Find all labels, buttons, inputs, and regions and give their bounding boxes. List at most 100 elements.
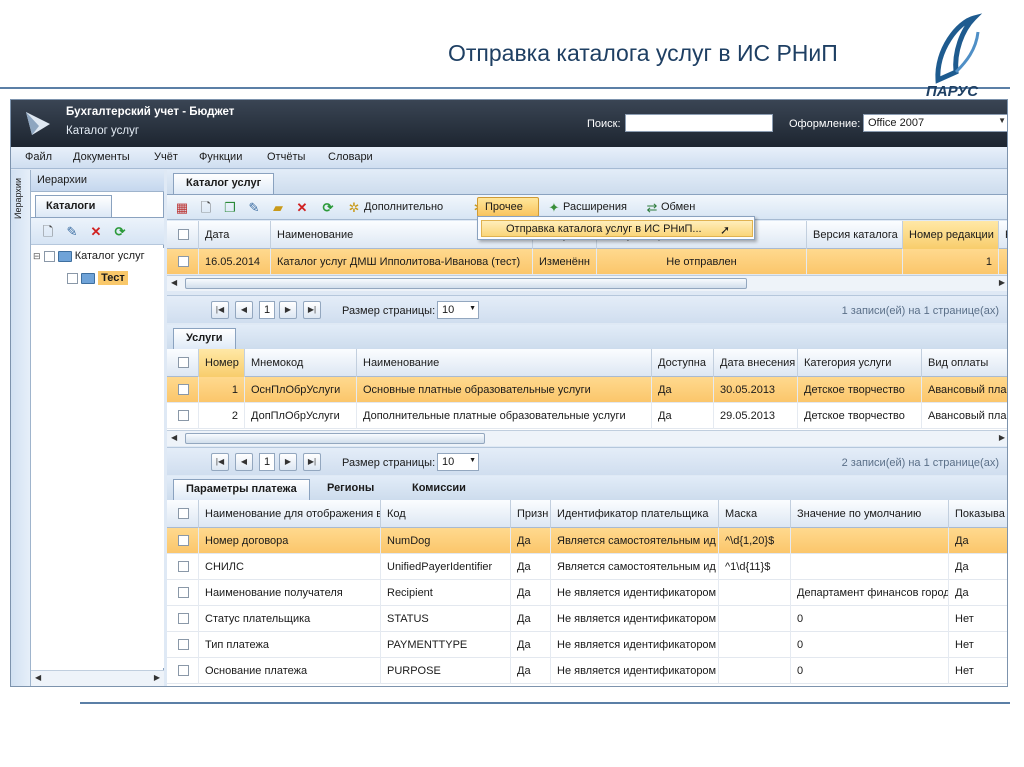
table-row[interactable]: Основание платежа PURPOSE Да Не является ид… bbox=[167, 658, 1007, 684]
table-row[interactable]: Тип платежа PAYMENTTYPE Да Не является иден… bbox=[167, 632, 1007, 658]
more-button[interactable]: Дополнительно bbox=[364, 201, 443, 213]
checkbox[interactable] bbox=[178, 561, 189, 572]
last-page-icon[interactable]: ▶| bbox=[303, 453, 321, 471]
scroll-left-icon[interactable]: ◀ bbox=[35, 673, 41, 682]
last-page-icon[interactable]: ▶| bbox=[303, 301, 321, 319]
menu-item-send-catalog[interactable]: Отправка каталога услуг в ИС РНиП... ➚ bbox=[481, 220, 753, 237]
checkbox[interactable] bbox=[178, 535, 189, 546]
table-row[interactable]: Статус плательщика STATUS Да Не является ид… bbox=[167, 606, 1007, 632]
menu-file[interactable]: Файл bbox=[25, 151, 52, 163]
tab-payment-params[interactable]: Параметры платежа bbox=[173, 479, 310, 500]
folder-icon[interactable]: ▰ bbox=[269, 199, 287, 217]
extensions-icon[interactable]: ✦ bbox=[545, 199, 563, 217]
row-checkbox-cell[interactable] bbox=[167, 249, 199, 275]
prev-page-icon[interactable]: ◀ bbox=[235, 453, 253, 471]
row-checkbox-cell[interactable] bbox=[167, 554, 199, 580]
scroll-thumb[interactable] bbox=[185, 278, 747, 289]
exchange-icon[interactable]: ⇄ bbox=[643, 199, 661, 217]
checkbox[interactable] bbox=[178, 256, 189, 267]
edit-icon[interactable]: ✎ bbox=[63, 223, 81, 241]
gear-icon[interactable]: ✲ bbox=[345, 199, 363, 217]
menu-accounting[interactable]: Учёт bbox=[154, 151, 178, 163]
scroll-left-icon[interactable]: ◀ bbox=[171, 278, 177, 287]
tab-service-catalog[interactable]: Каталог услуг bbox=[173, 173, 275, 194]
chevron-down-icon[interactable]: ▼ bbox=[469, 305, 476, 312]
col-mnemocode[interactable]: Мнемокод bbox=[245, 349, 357, 377]
checkbox[interactable] bbox=[178, 384, 189, 395]
checkbox[interactable] bbox=[178, 229, 189, 240]
other-button[interactable]: Прочее bbox=[477, 197, 539, 217]
col-available[interactable]: Доступна bbox=[652, 349, 714, 377]
page-number[interactable]: 1 bbox=[259, 453, 275, 471]
row-checkbox-cell[interactable] bbox=[167, 580, 199, 606]
col-payer-identifier[interactable]: Идентификатор плательщика bbox=[551, 500, 719, 528]
catalog-hscrollbar[interactable]: ◀ ▶ bbox=[167, 275, 1007, 291]
scroll-right-icon[interactable]: ▶ bbox=[999, 278, 1005, 287]
extensions-button[interactable]: Расширения bbox=[563, 201, 627, 213]
row-checkbox-cell[interactable] bbox=[167, 528, 199, 554]
col-name[interactable]: Наименование bbox=[357, 349, 652, 377]
col-payment-type[interactable]: Вид оплаты bbox=[922, 349, 1007, 377]
first-page-icon[interactable]: |◀ bbox=[211, 453, 229, 471]
delete-icon[interactable]: ✕ bbox=[87, 223, 105, 241]
print-icon[interactable]: ▦ bbox=[173, 199, 191, 217]
refresh-icon[interactable]: ⟳ bbox=[319, 199, 337, 217]
checkbox[interactable] bbox=[178, 613, 189, 624]
row-checkbox-cell[interactable] bbox=[167, 403, 199, 429]
tree-checkbox[interactable] bbox=[67, 272, 78, 284]
exchange-button[interactable]: Обмен bbox=[661, 201, 695, 213]
col-flag[interactable]: Призн bbox=[511, 500, 551, 528]
col-edition-number[interactable]: Номер редакции bbox=[903, 221, 999, 249]
table-row[interactable]: 2 ДопПлОбрУслуги Дополнительные платные … bbox=[167, 403, 1007, 429]
menu-documents[interactable]: Документы bbox=[73, 151, 130, 163]
page-number[interactable]: 1 bbox=[259, 301, 275, 319]
table-row[interactable]: СНИЛС UnifiedPayerIdentifier Да Является са… bbox=[167, 554, 1007, 580]
row-checkbox-cell[interactable] bbox=[167, 632, 199, 658]
new-icon[interactable]: 🗋 bbox=[39, 223, 57, 241]
chevron-down-icon[interactable]: ▼ bbox=[469, 457, 476, 464]
checkbox[interactable] bbox=[178, 587, 189, 598]
refresh-icon[interactable]: ⟳ bbox=[111, 223, 129, 241]
copy-icon[interactable]: ❐ bbox=[221, 199, 239, 217]
theme-dropdown-icon[interactable]: ▼ bbox=[998, 116, 1006, 125]
left-scrollbar[interactable]: ◀ ▶ bbox=[31, 670, 164, 686]
scroll-left-icon[interactable]: ◀ bbox=[171, 433, 177, 442]
scroll-right-icon[interactable]: ▶ bbox=[999, 433, 1005, 442]
col-default-value[interactable]: Значение по умолчанию bbox=[791, 500, 949, 528]
tab-regions[interactable]: Регионы bbox=[327, 482, 374, 494]
tab-catalogs[interactable]: Каталоги bbox=[35, 195, 112, 217]
col-number[interactable]: Номер bbox=[199, 349, 245, 377]
col-mask[interactable]: Маска bbox=[719, 500, 791, 528]
checkbox[interactable] bbox=[178, 665, 189, 676]
checkbox[interactable] bbox=[178, 639, 189, 650]
new-icon[interactable]: 🗋 bbox=[197, 199, 215, 217]
tree-checkbox[interactable] bbox=[43, 250, 55, 262]
col-date-added[interactable]: Дата внесения bbox=[714, 349, 798, 377]
scroll-thumb[interactable] bbox=[185, 433, 485, 444]
table-row[interactable]: Номер договора NumDog Да Является самостоят… bbox=[167, 528, 1007, 554]
hierarchy-vertical-tab[interactable]: Иерархии bbox=[11, 170, 31, 686]
col-date[interactable]: Дата bbox=[199, 221, 271, 249]
col-show[interactable]: Показыва bbox=[949, 500, 1007, 528]
checkbox[interactable] bbox=[178, 508, 189, 519]
row-checkbox-cell[interactable] bbox=[167, 377, 199, 403]
scroll-right-icon[interactable]: ▶ bbox=[154, 673, 160, 682]
page-size-select[interactable]: 10 ▼ bbox=[437, 301, 479, 319]
table-row[interactable]: Наименование получателя Recipient Да Не явл… bbox=[167, 580, 1007, 606]
tab-commissions[interactable]: Комиссии bbox=[412, 482, 466, 494]
col-catalog-version[interactable]: Версия каталога bbox=[807, 221, 903, 249]
row-checkbox-cell[interactable] bbox=[167, 658, 199, 684]
select-all-checkbox[interactable] bbox=[167, 221, 199, 249]
tab-services[interactable]: Услуги bbox=[173, 328, 236, 349]
delete-icon[interactable]: ✕ bbox=[293, 199, 311, 217]
theme-select[interactable]: Office 2007 ▼ bbox=[863, 114, 1007, 132]
row-checkbox-cell[interactable] bbox=[167, 606, 199, 632]
menu-functions[interactable]: Функции bbox=[199, 151, 242, 163]
col-code[interactable]: Код bbox=[381, 500, 511, 528]
search-input[interactable]: ▼ bbox=[625, 114, 773, 132]
prev-page-icon[interactable]: ◀ bbox=[235, 301, 253, 319]
services-hscrollbar[interactable]: ◀ ▶ bbox=[167, 430, 1007, 446]
next-page-icon[interactable]: ▶ bbox=[279, 453, 297, 471]
checkbox[interactable] bbox=[178, 410, 189, 421]
select-all-checkbox[interactable] bbox=[167, 500, 199, 528]
